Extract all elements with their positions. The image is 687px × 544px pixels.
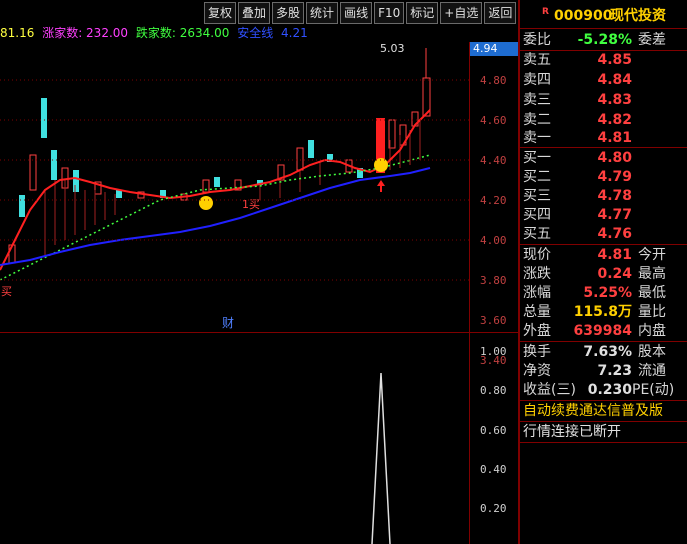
legend-safe-line-value: 4.21 — [281, 26, 308, 40]
buy-row: 买一 4.80 — [523, 150, 632, 166]
stock-tag: R — [542, 7, 549, 17]
promo-link[interactable]: 自动续费通达信普及版 — [520, 401, 687, 421]
legend-down-count: 跌家数: 2634.00 — [135, 26, 230, 40]
draw-line-button[interactable]: 画线 — [340, 2, 373, 24]
sell-row: 卖二 4.82 — [523, 112, 632, 128]
statistics-button[interactable]: 统计 — [306, 2, 339, 24]
sell-row: 卖三 4.83 — [523, 92, 632, 108]
buy-row: 买四 4.77 — [523, 207, 632, 223]
stat-row: 涨幅 5.25% 最低 — [523, 285, 666, 301]
stat-row: 现价 4.81 今开 — [523, 247, 666, 263]
peak-price-label: 5.03 — [380, 42, 405, 55]
stock-header[interactable]: R 000900 现代投资 — [520, 6, 687, 26]
restore-rights-button[interactable]: 复权 — [204, 2, 237, 24]
f10-button[interactable]: F10 — [374, 2, 405, 24]
overlay-button[interactable]: 叠加 — [238, 2, 271, 24]
candle — [308, 140, 314, 158]
smiley-marker-icon — [199, 196, 213, 210]
y-tick: 4.20 — [480, 194, 507, 207]
y-tick: 3.60 — [480, 314, 507, 327]
candle — [51, 150, 57, 180]
candle — [214, 177, 220, 187]
back-button[interactable]: 返回 — [484, 2, 517, 24]
stat-row: 涨跌 0.24 最高 — [523, 266, 666, 282]
y-tick: 4.40 — [480, 154, 507, 167]
legend-up-count: 涨家数: 232.00 — [42, 26, 129, 40]
legend-partial-value: 81.16 — [0, 26, 35, 40]
candle — [19, 195, 25, 217]
legend-safe-line-label: 安全线 — [237, 26, 274, 40]
y-tick-sub: 0.20 — [480, 502, 507, 515]
candle — [296, 147, 304, 171]
indicator-legend: 81.16 涨家数: 232.00 跌家数: 2634.00 安全线 4.21 — [0, 24, 312, 40]
candle — [73, 170, 79, 192]
stock-name: 现代投资 — [610, 8, 666, 24]
stat-row: 外盘 639984 内盘 — [523, 323, 666, 339]
fin-row: 换手 7.63% 股本 — [523, 344, 666, 360]
buy-signal-1: 买 — [1, 285, 12, 298]
toolbar: 复权 叠加 多股 统计 画线 F10 标记 +自选 返回 — [204, 2, 518, 24]
buy-row: 买五 4.76 — [523, 226, 632, 242]
add-watchlist-button[interactable]: +自选 — [440, 2, 483, 24]
y-tick: 3.80 — [480, 274, 507, 287]
indicator-spike — [371, 372, 391, 544]
quote-panel: R 000900 现代投资 委比 -5.28% 委差 卖五 4.85 卖四 4.84… — [520, 0, 687, 544]
current-price-box: 4.94 — [470, 42, 518, 56]
y-axis-line — [469, 42, 470, 544]
sell-row: 卖四 4.84 — [523, 72, 632, 88]
buy-row: 买二 4.79 — [523, 169, 632, 185]
kline-chart[interactable]: 5.03 买 1买 财 — [0, 40, 470, 544]
connection-status: 行情连接已断开 — [523, 424, 621, 440]
y-tick: 4.60 — [480, 114, 507, 127]
y-tick-sub: 0.60 — [480, 424, 507, 437]
sell-row: 卖五 4.85 — [523, 52, 632, 68]
panel-separator — [0, 332, 518, 333]
stock-code: 000900 — [554, 8, 613, 24]
fin-row: 收益(三) 0.230 PE(动) — [523, 382, 675, 398]
finance-marker: 财 — [222, 316, 234, 330]
y-tick-sub: 1.00 — [480, 345, 507, 358]
stat-row: 总量 115.8万 量比 — [523, 304, 666, 320]
buy-arrow-icon — [377, 180, 385, 186]
candle — [41, 98, 47, 138]
y-tick-sub: 0.40 — [480, 463, 507, 476]
weibi-row: 委比 -5.28% 委差 — [523, 32, 666, 48]
y-tick: 4.80 — [480, 74, 507, 87]
multi-stock-button[interactable]: 多股 — [272, 2, 305, 24]
y-tick: 4.00 — [480, 234, 507, 247]
y-tick-sub: 0.80 — [480, 384, 507, 397]
candle — [29, 154, 37, 191]
fin-row: 净资 7.23 流通 — [523, 363, 666, 379]
buy-row: 买三 4.78 — [523, 188, 632, 204]
mark-button[interactable]: 标记 — [406, 2, 439, 24]
sell-row: 卖一 4.81 — [523, 130, 632, 146]
